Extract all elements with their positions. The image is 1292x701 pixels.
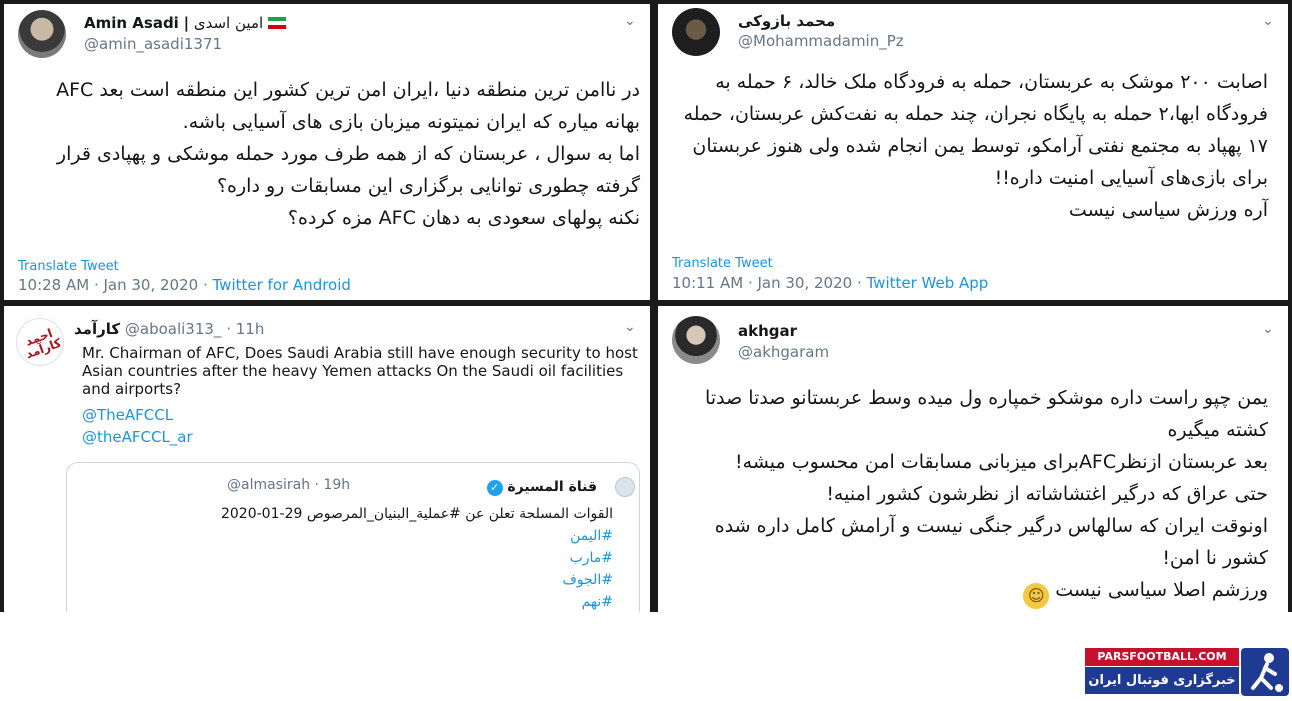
persian-name: امین اسدی	[193, 14, 264, 32]
tweet-card-aboali[interactable]: احمد کارآمد کارآمد @aboali313_ · 11h ⌄ M…	[4, 306, 650, 612]
source-link[interactable]: Twitter Web App	[867, 274, 989, 292]
quoted-text: القوات المسلحة تعلن عن #عملية_البنيان_ال…	[221, 503, 613, 612]
tweet-card-mohammad-bazooki[interactable]: محمد بازوکی @Mohammadamin_Pz ⌄ اصابت ۲۰۰…	[658, 4, 1288, 300]
display-name[interactable]: کارآمد	[74, 320, 120, 338]
display-name[interactable]: akhgar	[738, 322, 797, 340]
user-handle[interactable]: @amin_asadi1371	[84, 35, 222, 53]
hashtag-link[interactable]: #اليمن	[221, 525, 613, 547]
brand-tagline: خبرگزاری فوتبال ایران	[1085, 667, 1239, 694]
avatar[interactable]: احمد کارآمد	[16, 318, 64, 366]
avatar[interactable]	[672, 8, 720, 56]
tweet-text: اصابت ۲۰۰ موشک به عربستان، حمله به فرودگ…	[683, 71, 1268, 221]
mention-link[interactable]: @TheAFCCL	[82, 406, 173, 424]
user-handle[interactable]: @aboali313_ · 11h	[125, 320, 264, 338]
tweet-text: در ناامن ترین منطقه دنیا ،ایران امن ترین…	[56, 79, 640, 229]
hashtag-link[interactable]: #مارب	[221, 547, 613, 569]
player-logo-icon	[1241, 648, 1289, 696]
timestamp[interactable]: 10:11 AM · Jan 30, 2020 ·	[672, 274, 867, 292]
display-name[interactable]: محمد بازوکی	[738, 12, 835, 30]
chevron-down-icon[interactable]: ⌄	[1262, 14, 1274, 28]
user-handle[interactable]: @akhgaram	[738, 343, 829, 361]
translate-tweet-link[interactable]: Translate Tweet	[18, 259, 119, 274]
brand-site: PARSFOOTBALL.COM	[1085, 648, 1239, 666]
tweet-text: یمن چپو راست داره موشکو خمپاره ول میده و…	[705, 382, 1268, 609]
tweet-text: Mr. Chairman of AFC, Does Saudi Arabia s…	[82, 344, 638, 398]
tweet-card-akhgar[interactable]: akhgar @akhgaram ⌄ یمن چپو راست داره موش…	[658, 306, 1288, 612]
chevron-down-icon[interactable]: ⌄	[624, 14, 636, 28]
tweet-meta: 10:11 AM · Jan 30, 2020 · Twitter Web Ap…	[672, 274, 988, 292]
timestamp[interactable]: 10:28 AM · Jan 30, 2020 ·	[18, 276, 213, 294]
tweet-meta: 10:28 AM · Jan 30, 2020 · Twitter for An…	[18, 276, 351, 294]
quoted-avatar[interactable]	[615, 477, 635, 497]
display-name[interactable]: Amin Asadi	[84, 14, 179, 32]
chevron-down-icon[interactable]: ⌄	[1262, 322, 1274, 336]
avatar[interactable]	[672, 316, 720, 364]
user-handle[interactable]: @Mohammadamin_Pz	[738, 32, 904, 50]
mention-link[interactable]: @theAFCCL_ar	[82, 428, 193, 446]
iran-flag-icon	[267, 17, 286, 29]
verified-badge-icon: ✓	[486, 480, 503, 496]
quoted-handle[interactable]: @almasirah · 19h	[227, 477, 350, 493]
hashtag-link[interactable]: #الجوف	[221, 569, 613, 591]
avatar[interactable]	[18, 10, 66, 58]
smiley-emoji-icon: ☺	[1023, 583, 1050, 609]
quoted-display-name[interactable]: قناة المسيرة	[507, 479, 597, 495]
chevron-down-icon[interactable]: ⌄	[624, 320, 636, 334]
avatar-logo-text: احمد کارآمد	[23, 326, 64, 362]
source-link[interactable]: Twitter for Android	[213, 276, 351, 294]
quoted-tweet[interactable]: قناة المسيرة ✓ @almasirah · 19h القوات ا…	[66, 462, 640, 612]
translate-tweet-link[interactable]: Translate Tweet	[672, 256, 773, 271]
parsfootball-logo: PARSFOOTBALL.COM خبرگزاری فوتبال ایران	[1085, 648, 1289, 696]
hashtag-link[interactable]: #نهم	[221, 591, 613, 612]
tweet-card-amin-asadi[interactable]: Amin Asadi | امین اسدی @amin_asadi1371 ⌄…	[4, 4, 650, 300]
